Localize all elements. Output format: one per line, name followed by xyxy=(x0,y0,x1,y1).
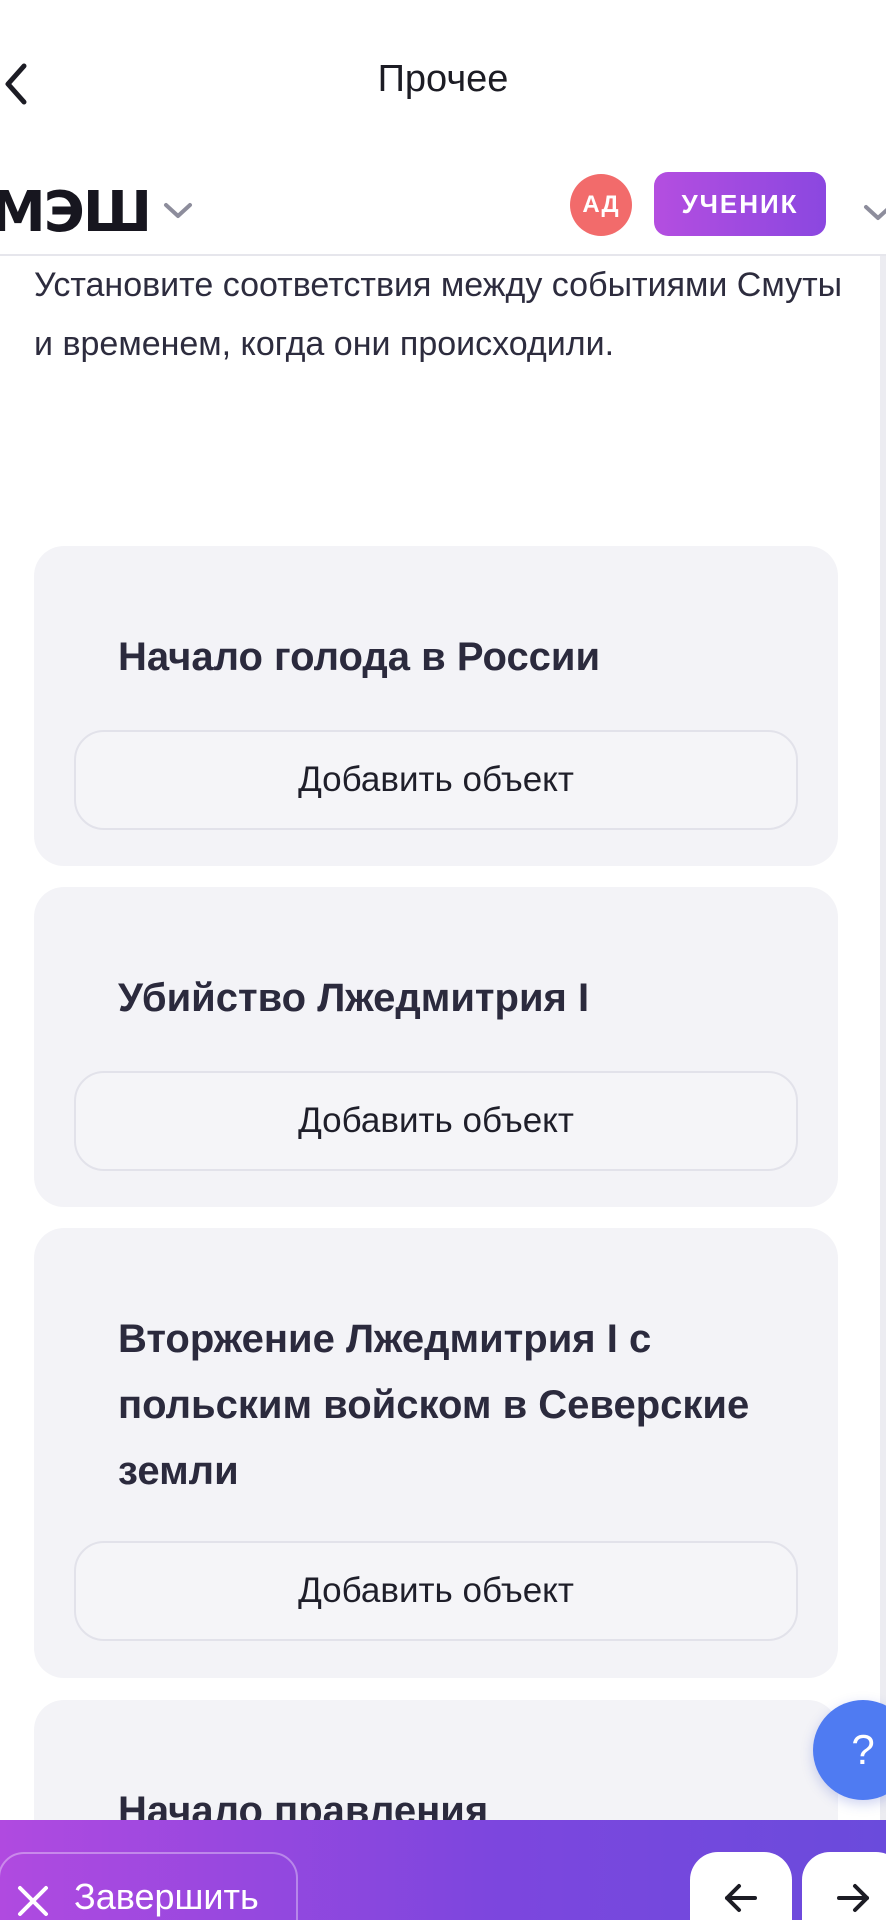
screen: Прочее МЭШ АД УЧЕНИК Установите соответс… xyxy=(0,0,886,1920)
page-title: Прочее xyxy=(377,58,509,100)
logo-dropdown-button[interactable] xyxy=(160,198,196,222)
match-card: Вторжение Лжедмитрия I с польским войско… xyxy=(34,1228,838,1678)
chevron-down-icon xyxy=(864,205,886,220)
top-nav-bar: Прочее xyxy=(0,0,886,160)
scrollbar-track[interactable] xyxy=(880,256,886,1820)
arrow-right-icon xyxy=(837,1884,869,1912)
app-logo[interactable]: МЭШ xyxy=(0,180,152,245)
add-object-button[interactable]: Добавить объект xyxy=(74,730,798,830)
card-title: Начало правления xyxy=(118,1789,489,1820)
card-title: Вторжение Лжедмитрия I с польским войско… xyxy=(118,1317,750,1493)
add-object-button[interactable]: Добавить объект xyxy=(74,1541,798,1641)
role-badge[interactable]: УЧЕНИК xyxy=(654,172,826,236)
match-card: Начало голода в России Добавить объект xyxy=(34,546,838,866)
card-title: Убийство Лжедмитрия I xyxy=(118,976,590,1020)
previous-button[interactable] xyxy=(690,1852,792,1920)
chevron-down-icon xyxy=(164,203,192,218)
app-header: МЭШ АД УЧЕНИК xyxy=(0,160,886,256)
task-instruction: Установите соответствия между событиями … xyxy=(34,266,843,363)
avatar[interactable]: АД xyxy=(570,174,632,236)
finish-button-label: Завершить xyxy=(74,1876,259,1917)
add-object-button[interactable]: Добавить объект xyxy=(74,1071,798,1171)
close-icon xyxy=(18,1886,48,1916)
role-dropdown-button[interactable] xyxy=(860,200,886,224)
next-button[interactable] xyxy=(802,1852,886,1920)
arrow-left-icon xyxy=(725,1884,757,1912)
match-card: Начало правления xyxy=(34,1700,838,1820)
bottom-action-bar: Завершить xyxy=(0,1820,886,1920)
task-content[interactable]: Установите соответствия между событиями … xyxy=(0,256,886,1820)
match-card: Убийство Лжедмитрия I Добавить объект xyxy=(34,887,838,1207)
finish-button[interactable]: Завершить xyxy=(0,1852,298,1920)
card-title: Начало голода в России xyxy=(118,635,601,679)
